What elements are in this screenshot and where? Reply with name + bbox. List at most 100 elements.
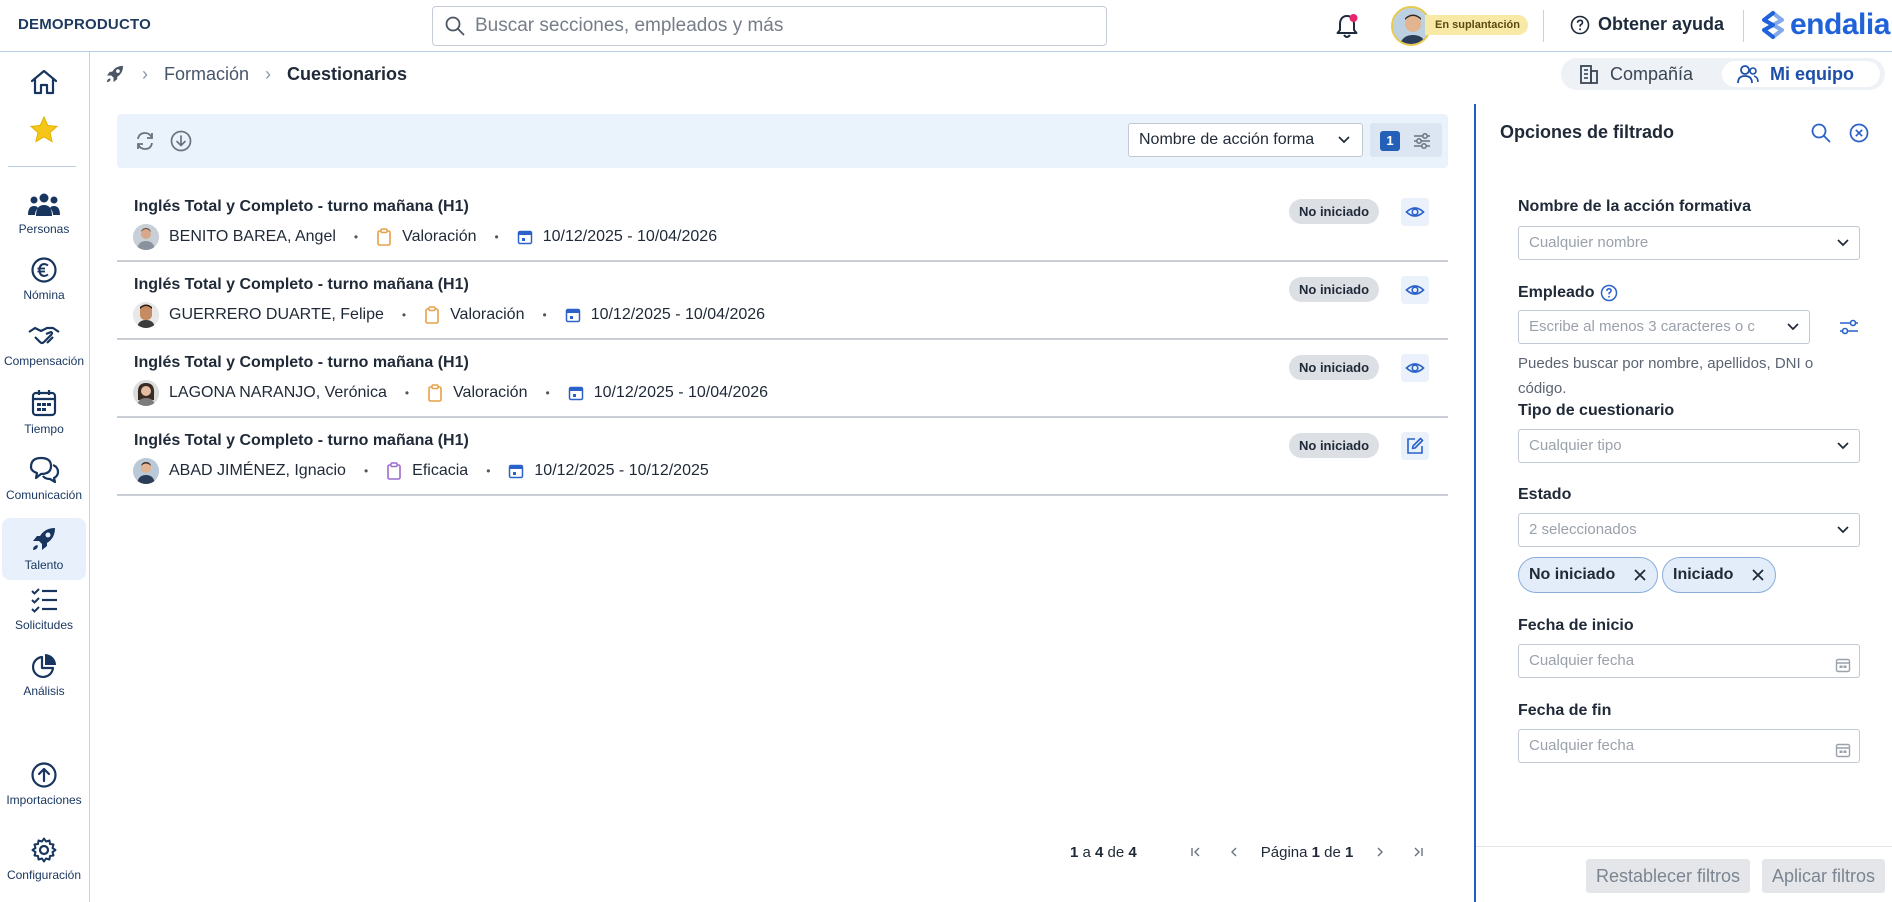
nav-configuracion[interactable]: Configuración [2, 830, 86, 892]
chat-icon [29, 456, 60, 484]
type-placeholder: Cualquier tipo [1529, 437, 1622, 454]
view-company-label: Compañía [1610, 63, 1694, 84]
next-page-button[interactable] [1368, 840, 1392, 864]
table-row[interactable]: Inglés Total y Completo - turno mañana (… [117, 262, 1448, 340]
range-summary: 1 a 4 de 4 [1070, 843, 1137, 861]
endalia-logo[interactable]: endalia [1760, 8, 1890, 42]
nav-label: Configuración [6, 868, 82, 882]
clipboard-icon [376, 228, 392, 246]
nav-nomina[interactable]: Nómina [2, 250, 86, 312]
first-page-button[interactable] [1184, 840, 1208, 864]
nav-analisis[interactable]: Análisis [2, 646, 86, 708]
refresh-button[interactable] [134, 130, 156, 152]
download-circle-icon [170, 130, 192, 152]
clipboard-icon [427, 384, 443, 402]
calendar-icon[interactable] [1835, 653, 1851, 677]
table-row[interactable]: Inglés Total y Completo - turno mañana (… [117, 340, 1448, 418]
chevron-down-icon [1785, 311, 1801, 343]
view-button[interactable] [1401, 198, 1429, 226]
view-team-button[interactable]: Mi equipo [1722, 61, 1880, 87]
rocket-icon[interactable] [104, 63, 126, 85]
sliders-icon [1840, 319, 1858, 335]
company-name[interactable]: DEMOPRODUCTO [18, 16, 151, 33]
type-filter[interactable]: Cualquier tipo [1518, 429, 1860, 463]
advanced-employee-search-button[interactable] [1838, 316, 1862, 340]
status-label: Estado [1518, 486, 1572, 503]
separator-dot: • [401, 308, 407, 322]
bell-icon [1336, 14, 1358, 38]
employee-name[interactable]: ABAD JIMÉNEZ, Ignacio [169, 462, 346, 480]
nav-comunicacion[interactable]: Comunicación [2, 448, 86, 510]
status-filter[interactable]: 2 seleccionados [1518, 513, 1860, 547]
chevron-down-icon [1835, 227, 1851, 259]
employee-avatar [133, 224, 159, 250]
eye-icon [1405, 285, 1425, 295]
close-icon[interactable] [1633, 568, 1647, 582]
person-photo-icon [133, 224, 159, 250]
view-button[interactable] [1401, 354, 1429, 382]
nav-label: Nómina [23, 288, 65, 302]
last-page-button[interactable] [1406, 840, 1430, 864]
employee-filter[interactable] [1518, 310, 1810, 344]
download-button[interactable] [170, 130, 192, 152]
filter-toggle-button[interactable]: 1 [1370, 123, 1442, 157]
nav-label: Personas [18, 222, 70, 236]
nav-compensacion[interactable]: Compensación [2, 316, 86, 378]
nav-importaciones[interactable]: Importaciones [2, 755, 86, 817]
impersonation-badge: En suplantación [1425, 15, 1528, 35]
search-input[interactable] [475, 15, 1075, 37]
view-company-button[interactable]: Compañía [1564, 61, 1722, 87]
table-row[interactable]: Inglés Total y Completo - turno mañana (… [117, 418, 1448, 496]
calendar-icon[interactable] [1835, 738, 1851, 762]
gear-icon [31, 837, 57, 863]
calendar-icon [508, 463, 524, 479]
close-icon[interactable] [1751, 568, 1765, 582]
global-search[interactable] [432, 6, 1107, 46]
apply-filters-button[interactable]: Aplicar filtros [1762, 859, 1886, 893]
employee-input[interactable] [1529, 318, 1799, 335]
nav-personas[interactable]: Personas [2, 184, 86, 246]
euro-icon [31, 257, 57, 283]
calendar-icon [31, 390, 57, 417]
people-icon [28, 193, 60, 216]
nav-label: Solicitudes [14, 618, 74, 632]
import-icon [31, 762, 57, 788]
end-date-filter[interactable]: Cualquier fecha [1518, 729, 1860, 763]
status-badge: No iniciado [1289, 277, 1380, 302]
nav-talento[interactable]: Talento [2, 518, 86, 580]
question-circle-icon [1570, 15, 1590, 34]
help-button[interactable]: Obtener ayuda [1570, 14, 1724, 35]
view-button[interactable] [1401, 276, 1429, 304]
nav-solicitudes[interactable]: Solicitudes [2, 580, 86, 642]
action-name-select[interactable]: Nombre de acción forma [1128, 123, 1363, 157]
filter-search-button[interactable] [1810, 122, 1834, 146]
list-toolbar: Nombre de acción forma 1 [117, 114, 1448, 168]
prev-page-button[interactable] [1222, 840, 1246, 864]
row-meta: GUERRERO DUARTE, Felipe • Valoración • 1… [133, 302, 765, 328]
notifications-button[interactable] [1334, 12, 1360, 40]
status-value: 2 seleccionados [1529, 521, 1637, 538]
status-chip-iniciado: Iniciado [1662, 557, 1777, 593]
employee-name[interactable]: BENITO BAREA, Angel [169, 228, 336, 246]
separator-dot: • [542, 308, 547, 322]
nav-label: Talento [24, 558, 64, 572]
help-circle-icon[interactable] [1600, 284, 1618, 302]
person-photo-icon [133, 302, 159, 328]
nav-label: Tiempo [24, 422, 64, 436]
status-badge: No iniciado [1289, 433, 1380, 458]
start-date-filter[interactable]: Cualquier fecha [1518, 644, 1860, 678]
table-row[interactable]: Inglés Total y Completo - turno mañana (… [117, 184, 1448, 262]
employee-name[interactable]: LAGONA NARANJO, Verónica [169, 384, 387, 402]
nav-tiempo[interactable]: Tiempo [2, 382, 86, 444]
close-panel-button[interactable] [1848, 122, 1872, 146]
breadcrumb-formacion[interactable]: Formación [164, 64, 249, 85]
last-page-icon [1414, 847, 1424, 857]
action-name-filter[interactable]: Cualquier nombre [1518, 226, 1860, 260]
reset-filters-button[interactable]: Restablecer filtros [1586, 859, 1751, 893]
employee-name[interactable]: GUERRERO DUARTE, Felipe [169, 306, 384, 324]
edit-button[interactable] [1401, 432, 1429, 460]
employee-avatar [133, 302, 159, 328]
nav-favorites[interactable] [2, 108, 86, 170]
chevron-right-icon [1377, 847, 1384, 857]
end-date-label: Fecha de fin [1518, 702, 1612, 719]
